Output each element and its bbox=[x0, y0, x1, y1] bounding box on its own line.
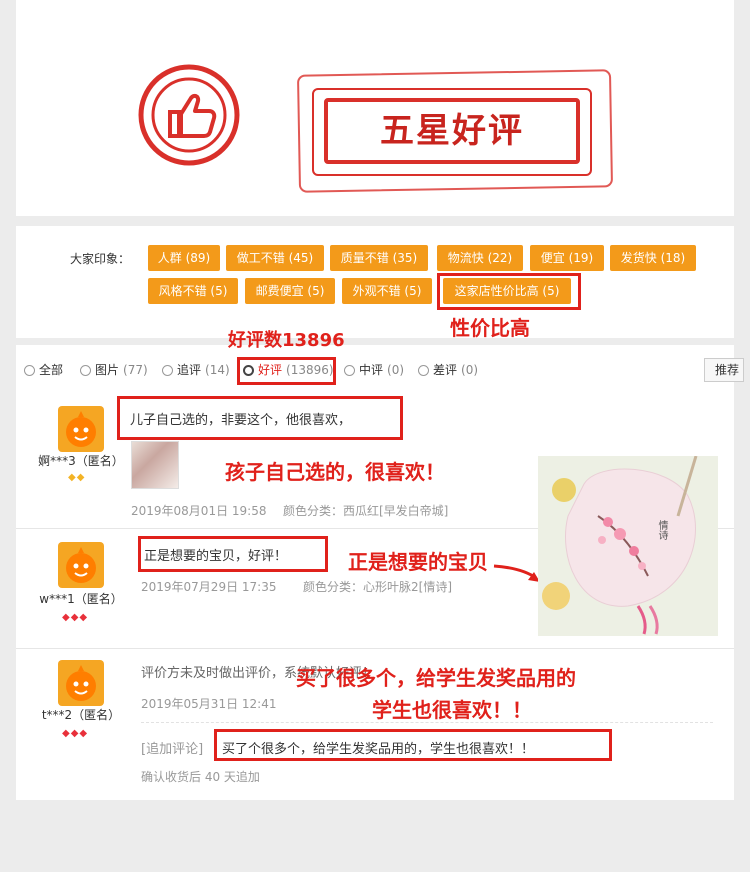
product-photo-text: 情诗 bbox=[656, 520, 667, 540]
banner-title-box: 五星好评 bbox=[324, 98, 580, 164]
impression-tag[interactable]: 邮费便宜 (5) bbox=[245, 278, 335, 304]
radio-icon[interactable] bbox=[24, 365, 35, 376]
radio-icon[interactable] bbox=[344, 365, 355, 376]
callout-review-2: 正是想要的宝贝 bbox=[348, 550, 488, 574]
banner-panel: 五星好评 bbox=[16, 0, 734, 216]
avatar bbox=[58, 542, 104, 588]
impression-tag[interactable]: 外观不错 (5) bbox=[342, 278, 432, 304]
dashed-divider bbox=[141, 722, 713, 723]
radio-icon[interactable] bbox=[80, 365, 91, 376]
impression-tag[interactable]: 人群 (89) bbox=[148, 245, 220, 271]
radio-icon[interactable] bbox=[418, 365, 429, 376]
filter-all[interactable]: 全部 bbox=[24, 360, 67, 380]
banner-title: 五星好评 bbox=[380, 111, 524, 151]
impression-tag[interactable]: 物流快 (22) bbox=[437, 245, 523, 271]
reviewer-name: 婀***3（匿名） bbox=[38, 454, 124, 468]
highlight-box bbox=[214, 729, 612, 761]
impression-tag[interactable]: 便宜 (19) bbox=[530, 245, 604, 271]
impression-tag[interactable]: 质量不错 (35) bbox=[330, 245, 428, 271]
rank-gem-icon: ◆◆◆ bbox=[62, 728, 89, 739]
impressions-label: 大家印象： bbox=[70, 252, 131, 266]
review-date: 2019年05月31日 12:41 bbox=[141, 697, 277, 711]
callout-review-3-line1: 买了很多个，给学生发奖品用的 bbox=[296, 666, 576, 690]
product-photo: 情诗 bbox=[538, 456, 718, 636]
callout-review-1: 孩子自己选的，很喜欢！ bbox=[225, 460, 445, 484]
avatar bbox=[58, 660, 104, 706]
callout-positive-count: 好评数13896 bbox=[228, 330, 345, 351]
divider bbox=[16, 648, 734, 649]
thumbs-up-icon bbox=[134, 60, 244, 170]
filter-neutral[interactable]: 中评 (0) bbox=[344, 360, 404, 380]
impression-tag[interactable]: 发货快 (18) bbox=[610, 245, 696, 271]
reviewer-name: t***2（匿名） bbox=[41, 708, 121, 722]
highlight-box bbox=[237, 357, 336, 385]
arrow-right-icon bbox=[492, 560, 544, 590]
highlight-box bbox=[138, 536, 328, 572]
callout-review-3-line2: 学生也很喜欢！！ bbox=[372, 698, 532, 722]
review-attribute: 颜色分类：心形叶脉2[情诗] bbox=[303, 580, 452, 594]
review-attribute: 颜色分类：西瓜红[早发白帝城] bbox=[283, 504, 449, 518]
reviewer-name: w***1（匿名） bbox=[39, 592, 123, 606]
filter-pictures[interactable]: 图片 (77) bbox=[80, 360, 148, 380]
impression-tag[interactable]: 风格不错 (5) bbox=[148, 278, 238, 304]
filter-negative[interactable]: 差评 (0) bbox=[418, 360, 478, 380]
impression-tag[interactable]: 做工不错 (45) bbox=[226, 245, 324, 271]
review-date: 2019年08月01日 19:58 bbox=[131, 504, 267, 518]
radio-icon[interactable] bbox=[162, 365, 173, 376]
highlight-box bbox=[437, 273, 581, 310]
followup-label: [追加评论] bbox=[141, 742, 204, 757]
avatar bbox=[58, 406, 104, 452]
rank-gem-icon: ◆◆ bbox=[68, 472, 86, 483]
callout-value-for-money: 性价比高 bbox=[450, 316, 530, 340]
filter-followup[interactable]: 追评 (14) bbox=[162, 360, 230, 380]
followup-time: 确认收货后 40 天追加 bbox=[141, 770, 260, 784]
highlight-box bbox=[117, 396, 403, 440]
review-photo-thumbnail[interactable] bbox=[131, 441, 179, 489]
sort-button[interactable]: 推荐 bbox=[704, 358, 744, 382]
review-date: 2019年07月29日 17:35 bbox=[141, 580, 277, 594]
rank-gem-icon: ◆◆◆ bbox=[62, 612, 89, 623]
